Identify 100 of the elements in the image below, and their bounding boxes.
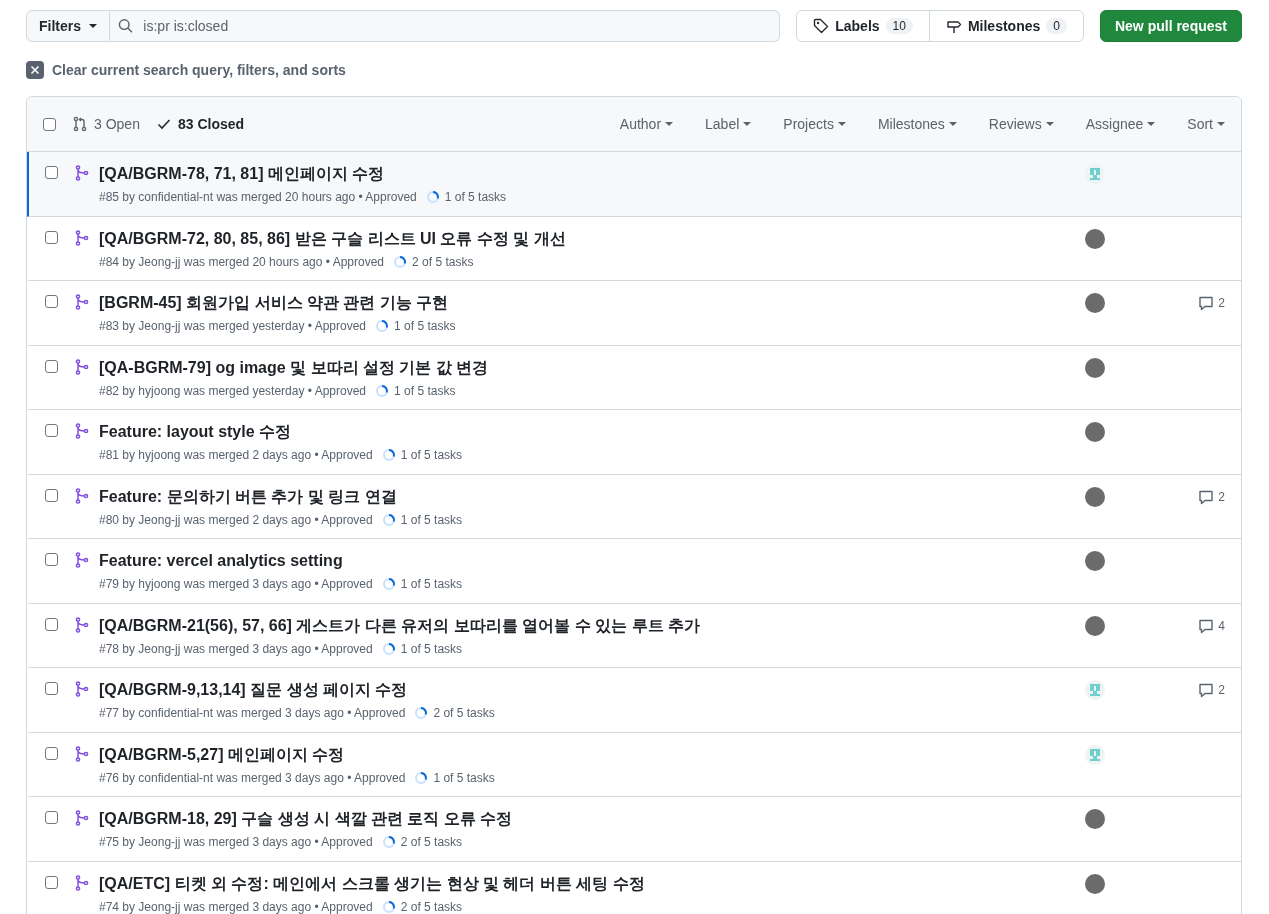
- progress-ring-icon: [393, 254, 408, 269]
- filters-button[interactable]: Filters: [26, 10, 110, 42]
- comment-count[interactable]: 4: [1198, 617, 1225, 634]
- task-count: 1 of 5 tasks: [433, 770, 495, 785]
- merged-icon: [75, 616, 89, 633]
- row-checkbox[interactable]: [45, 746, 58, 760]
- search-input[interactable]: is:pr is:closed: [141, 17, 780, 35]
- row-checkbox[interactable]: [45, 682, 58, 695]
- pull-request-title[interactable]: [QA/BGRM-5,27] 메인페이지 수정: [99, 744, 345, 765]
- pull-request-title[interactable]: Feature: 문의하기 버튼 추가 및 링크 연결: [99, 486, 397, 507]
- row-checkbox[interactable]: [45, 166, 58, 179]
- avatar-placeholder[interactable]: [1085, 486, 1105, 507]
- merged-icon: [75, 874, 89, 891]
- pull-request-meta: #81 by hyjoong was merged 2 days ago • Approved: [99, 448, 373, 462]
- avatar-placeholder[interactable]: [1085, 422, 1105, 442]
- filter-dropdown[interactable]: Author: [619, 116, 674, 132]
- filter-dropdown[interactable]: Reviews: [988, 116, 1054, 132]
- avatar-placeholder[interactable]: [1085, 228, 1105, 249]
- task-count: 2 of 5 tasks: [412, 254, 474, 269]
- pull-request-title[interactable]: [QA-BGRM-79] og image 및 보따리 설정 기본 값 변경: [99, 357, 489, 378]
- task-count: 1 of 5 tasks: [400, 512, 463, 527]
- comment-icon: [1198, 617, 1215, 634]
- search-icon: [118, 18, 134, 34]
- merged-icon: [75, 487, 89, 504]
- filter-dropdown[interactable]: Label: [705, 116, 752, 132]
- filter-dropdown[interactable]: Milestones: [877, 116, 957, 132]
- avatar-placeholder[interactable]: [1085, 357, 1105, 378]
- merged-icon: [75, 229, 89, 246]
- pull-request-title[interactable]: [QA/BGRM-9,13,14] 질문 생성 페이지 수정: [99, 680, 408, 700]
- merged-icon: [75, 552, 89, 568]
- progress-ring-icon: [414, 770, 429, 785]
- progress-ring-icon: [381, 641, 396, 656]
- merged-icon: [75, 165, 89, 181]
- avatar-placeholder[interactable]: [1085, 873, 1105, 894]
- merged-icon: [75, 810, 89, 826]
- row-checkbox[interactable]: [45, 230, 58, 244]
- row-checkbox[interactable]: [45, 424, 58, 437]
- new-pull-request-button[interactable]: New pull request: [1099, 10, 1242, 42]
- pull-request-meta: #76 by confidential-nt was merged 3 days ago • Approved: [99, 770, 406, 785]
- merged-icon: [75, 745, 89, 762]
- merged-icon: [75, 358, 89, 375]
- row-checkbox[interactable]: [45, 553, 58, 566]
- task-count: 1 of 5 tasks: [394, 383, 456, 398]
- merged-icon: [75, 681, 89, 697]
- pull-request-title[interactable]: [QA/BGRM-72, 80, 85, 86] 받은 구슬 리스트 UI 오류 수정 및 개선: [99, 228, 566, 249]
- task-count: 1 of 5 tasks: [394, 319, 456, 333]
- merged-icon: [75, 423, 89, 439]
- row-checkbox[interactable]: [45, 359, 58, 373]
- clear-filters-link[interactable]: Clear current search query, filters, and sorts: [52, 62, 346, 78]
- merged-icon: [75, 294, 89, 310]
- caret-icon: [1147, 122, 1156, 126]
- task-count: 1 of 5 tasks: [400, 448, 463, 462]
- pull-request-title[interactable]: [BGRM-45] 회원가입 서비스 약관 관련 기능 구현: [99, 293, 449, 313]
- progress-ring-icon: [375, 319, 390, 333]
- comment-count[interactable]: 2: [1198, 488, 1225, 505]
- pull-request-icon: [72, 116, 88, 132]
- pull-request-meta: #84 by Jeong-jj was merged 20 hours ago • Approved: [99, 254, 385, 269]
- select-all-checkbox[interactable]: [43, 117, 56, 131]
- caret-icon: [948, 122, 957, 126]
- comment-icon: [1198, 682, 1215, 698]
- pull-request-meta: #78 by Jeong-jj was merged 3 days ago • Approved: [99, 641, 373, 656]
- avatar-placeholder[interactable]: [1085, 293, 1105, 313]
- pull-request-title[interactable]: [QA/ETC] 티켓 외 수정: 메인에서 스크롤 생기는 현상 및 헤더 버튼 세팅 수정: [99, 873, 645, 894]
- pull-request-title[interactable]: [QA/BGRM-21(56), 57, 66] 게스트가 다른 유저의 보따리를 열어볼 수 있는 루트 추가: [99, 615, 700, 636]
- pull-request-title[interactable]: [QA/BGRM-78, 71, 81] 메인페이지 수정: [99, 164, 385, 184]
- progress-ring-icon: [381, 577, 396, 591]
- closed-tab[interactable]: 83 Closed: [155, 116, 245, 132]
- pull-request-meta: #82 by hyjoong was merged yesterday • Approved: [99, 383, 367, 398]
- close-icon[interactable]: [26, 61, 44, 79]
- row-checkbox[interactable]: [45, 295, 58, 308]
- avatar-placeholder[interactable]: [1085, 615, 1105, 636]
- filter-dropdown[interactable]: Sort: [1187, 116, 1225, 132]
- progress-ring-icon: [381, 899, 396, 914]
- milestones-button[interactable]: Milestones 0: [928, 11, 1083, 41]
- task-count: 2 of 5 tasks: [400, 899, 463, 914]
- pull-request-meta: #79 by hyjoong was merged 3 days ago • Approved: [99, 577, 373, 591]
- pull-request-title[interactable]: Feature: layout style 수정: [99, 422, 292, 442]
- signpost-icon: [945, 18, 962, 34]
- row-checkbox[interactable]: [45, 875, 58, 889]
- pull-request-meta: #75 by Jeong-jj was merged 3 days ago • Approved: [99, 835, 373, 849]
- filter-dropdown[interactable]: Assignee: [1085, 116, 1156, 132]
- progress-ring-icon: [414, 706, 429, 720]
- pull-request-row[interactable]: [QA/BGRM-78, 71, 81] 메인페이지 수정 #85 by confidential-nt was merged 20 hours ago • Approved 1 of 5 tasks: [27, 152, 1241, 217]
- avatar-placeholder[interactable]: [1085, 551, 1105, 571]
- comment-count[interactable]: 2: [1198, 682, 1225, 698]
- avatar-placeholder[interactable]: [1085, 809, 1105, 829]
- pull-request-title[interactable]: [QA/BGRM-18, 29] 구슬 생성 시 색깔 관련 로직 오류 수정: [99, 809, 513, 829]
- pull-request-meta: #83 by Jeong-jj was merged yesterday • Approved: [99, 319, 367, 333]
- filter-dropdown[interactable]: Projects: [783, 116, 846, 132]
- comment-count[interactable]: 2: [1198, 295, 1225, 311]
- row-checkbox[interactable]: [45, 811, 58, 824]
- row-checkbox[interactable]: [45, 617, 58, 631]
- task-count: 1 of 5 tasks: [444, 190, 507, 204]
- open-tab[interactable]: 3 Open: [72, 116, 140, 132]
- pull-request-title[interactable]: Feature: vercel analytics setting: [99, 551, 343, 571]
- task-count: 2 of 5 tasks: [400, 835, 463, 849]
- search-field[interactable]: is:pr is:closed: [110, 10, 781, 42]
- progress-ring-icon: [381, 512, 396, 527]
- pull-request-meta: #77 by confidential-nt was merged 3 days ago • Approved: [99, 706, 406, 720]
- row-checkbox[interactable]: [45, 488, 58, 502]
